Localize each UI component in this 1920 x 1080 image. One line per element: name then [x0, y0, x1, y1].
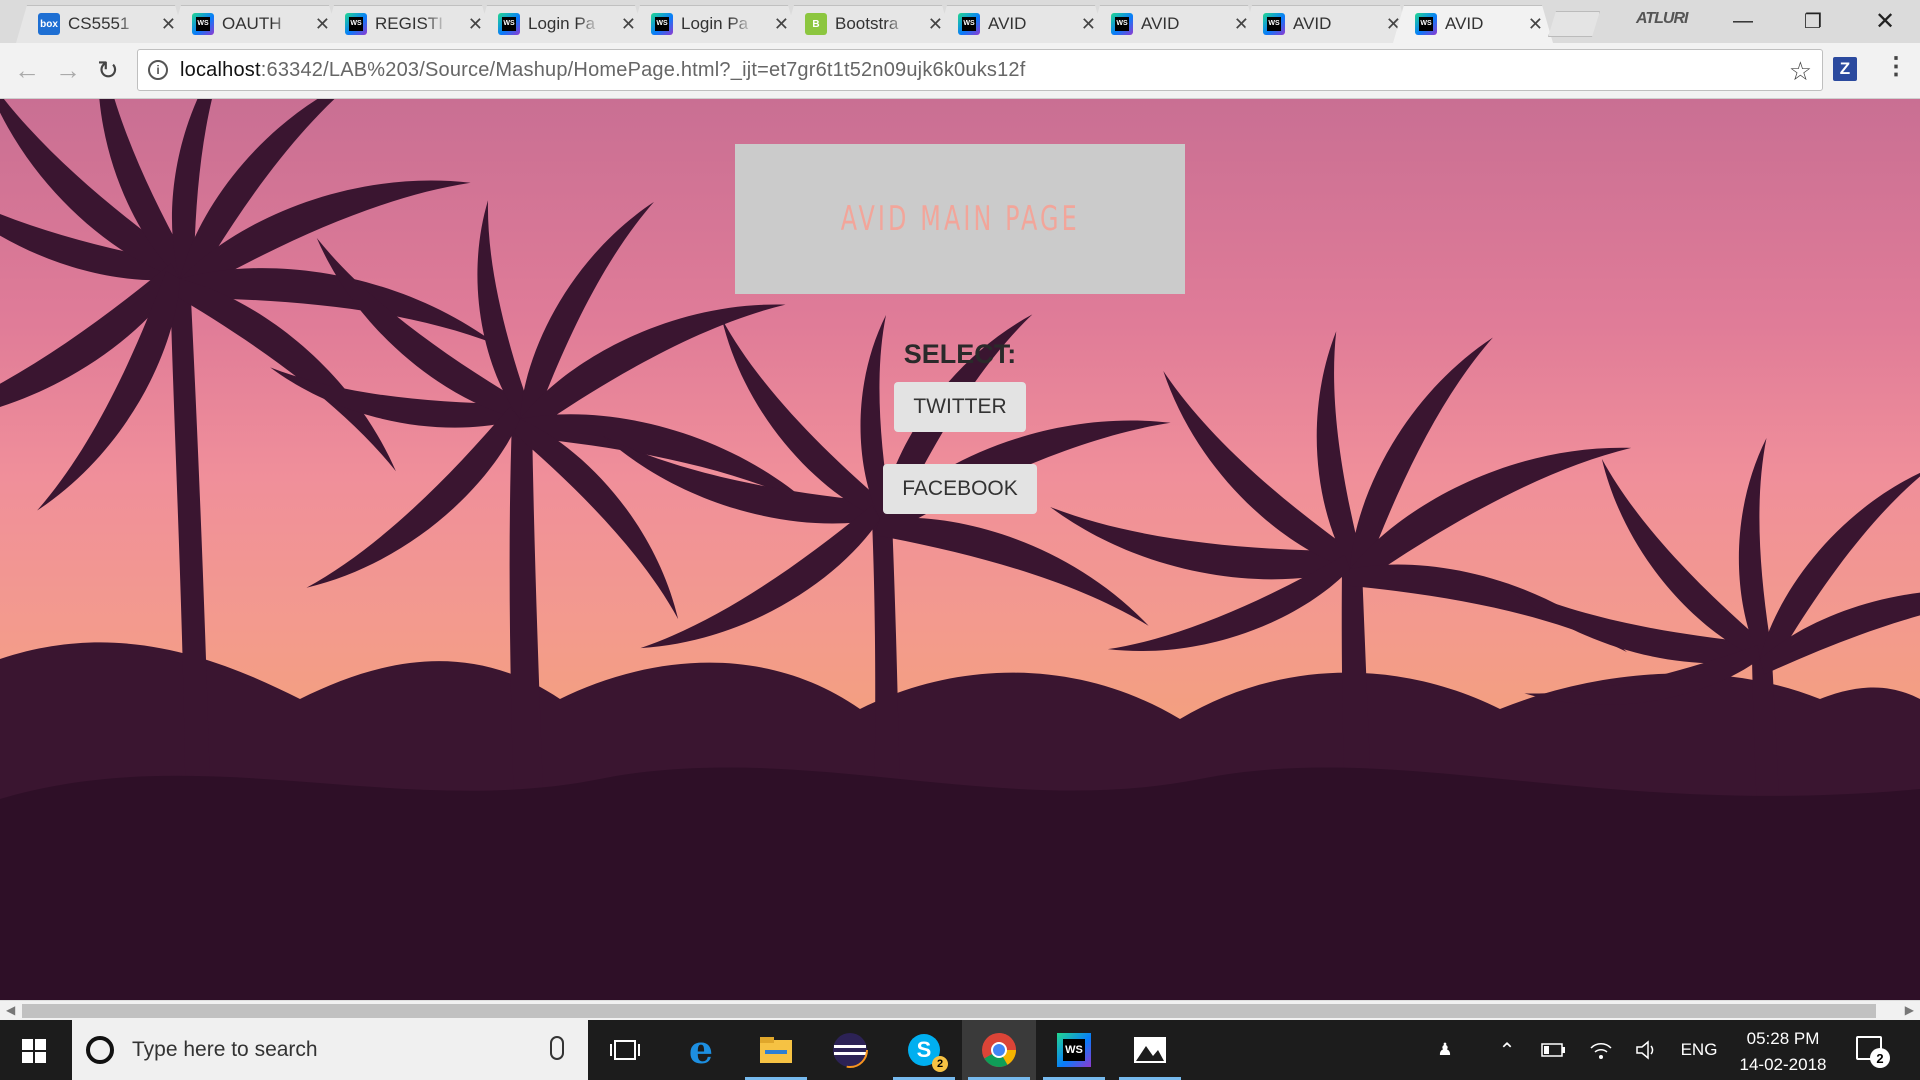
photos-icon[interactable]: [1113, 1020, 1187, 1080]
show-hidden-icons-icon[interactable]: ⌃: [1490, 1020, 1524, 1080]
scroll-left-icon[interactable]: ◀: [6, 1003, 15, 1017]
facebook-button[interactable]: FACEBOOK: [883, 464, 1037, 514]
tab-strip: boxCS5551✕OAUTH✕REGISTI✕Login Pa✕Login P…: [0, 0, 1920, 43]
windows-start-icon[interactable]: [22, 1039, 46, 1063]
bootstrap-icon: B: [805, 13, 827, 35]
tab[interactable]: B Bootstra ✕: [783, 5, 953, 43]
file-explorer-icon[interactable]: [739, 1020, 813, 1080]
extension-z-icon[interactable]: Z: [1833, 57, 1857, 81]
cortana-icon[interactable]: [86, 1036, 114, 1064]
minimize-icon[interactable]: —: [1708, 0, 1778, 42]
edge-icon[interactable]: e: [664, 1020, 738, 1080]
chrome-icon[interactable]: [962, 1020, 1036, 1080]
people-icon[interactable]: ♟: [1428, 1020, 1462, 1080]
tab[interactable]: AVID ✕: [1393, 5, 1553, 43]
webstorm-icon: [958, 13, 980, 35]
scrollbar-thumb[interactable]: [22, 1004, 1876, 1018]
taskbar: Type here to search e S 2 WS ♟ ⌃ ENG 05:…: [0, 1020, 1920, 1080]
new-tab-button[interactable]: [1548, 11, 1600, 37]
tab-title: Bootstra: [835, 14, 899, 33]
tab-title: REGISTI: [375, 14, 444, 33]
webstorm-icon: [1415, 13, 1437, 35]
wifi-icon[interactable]: [1584, 1020, 1618, 1080]
action-center-icon[interactable]: 2: [1856, 1036, 1890, 1068]
menu-icon[interactable]: ⋮: [1884, 55, 1908, 79]
notification-count: 2: [1870, 1048, 1890, 1068]
banner-title: AVID MAIN PAGE: [840, 199, 1080, 239]
page-viewport: AVID MAIN PAGE SELECT: TWITTER FACEBOOK: [0, 99, 1920, 1000]
battery-icon[interactable]: [1538, 1020, 1568, 1080]
tab-close-icon[interactable]: ✕: [1528, 15, 1543, 33]
tab[interactable]: box CS5551 ✕: [16, 5, 186, 43]
webstorm-icon: [651, 13, 673, 35]
twitter-button[interactable]: TWITTER: [894, 382, 1026, 432]
tab-title: AVID: [1141, 14, 1180, 33]
tab[interactable]: REGISTI✕: [323, 5, 493, 43]
reload-icon[interactable]: ↻: [97, 57, 119, 83]
tab-title: OAUTH: [222, 14, 282, 33]
clock[interactable]: 05:28 PM 14-02-2018: [1718, 1026, 1848, 1078]
tab-title: AVID: [1445, 14, 1484, 33]
box-icon: box: [38, 13, 60, 35]
eclipse-icon[interactable]: [813, 1020, 887, 1080]
taskbar-search[interactable]: Type here to search: [72, 1020, 588, 1080]
webstorm-icon: [345, 13, 367, 35]
volume-icon[interactable]: [1630, 1020, 1664, 1080]
clock-time: 05:28 PM: [1746, 1029, 1820, 1048]
language-indicator[interactable]: ENG: [1674, 1020, 1724, 1080]
tab-title: CS5551: [68, 14, 130, 33]
search-placeholder: Type here to search: [132, 1038, 318, 1061]
forward-icon[interactable]: →: [55, 57, 81, 83]
webstorm-icon: [1263, 13, 1285, 35]
skype-icon[interactable]: S 2: [887, 1020, 961, 1080]
webstorm-icon: [1111, 13, 1133, 35]
main-page-banner: AVID MAIN PAGE: [735, 144, 1185, 294]
tab-title: Login Pa: [528, 14, 596, 33]
profile-name[interactable]: ATLURI: [1636, 10, 1688, 28]
horizontal-scrollbar[interactable]: ◀ ▶: [0, 1000, 1920, 1020]
url-path: :63342/LAB%203/Source/Mashup/HomePage.ht…: [260, 58, 1026, 81]
tab[interactable]: Login Pa✕: [629, 5, 799, 43]
tab[interactable]: AVID✕: [1241, 5, 1411, 43]
scroll-right-icon[interactable]: ▶: [1905, 1003, 1914, 1017]
bookmark-star-icon[interactable]: ☆: [1789, 56, 1812, 87]
clock-date: 14-02-2018: [1739, 1055, 1827, 1074]
webstorm-icon: [192, 13, 214, 35]
url-host: localhost: [180, 58, 261, 81]
select-label: SELECT:: [903, 339, 1017, 369]
url-text[interactable]: localhost:63342/LAB%203/Source/Mashup/Ho…: [180, 59, 1026, 82]
webstorm-icon[interactable]: WS: [1037, 1020, 1111, 1080]
microphone-icon[interactable]: [550, 1036, 564, 1060]
browser-toolbar: ← → ↻ i localhost:63342/LAB%203/Source/M…: [0, 43, 1920, 99]
webstorm-icon: [498, 13, 520, 35]
skype-badge: 2: [932, 1056, 948, 1072]
restore-icon[interactable]: ❐: [1778, 0, 1848, 42]
tab-title: AVID: [988, 14, 1027, 33]
tab[interactable]: OAUTH✕: [170, 5, 340, 43]
task-view-icon[interactable]: [588, 1020, 662, 1080]
tab[interactable]: AVID✕: [1089, 5, 1259, 43]
tab-title: AVID: [1293, 14, 1332, 33]
tab[interactable]: Login Pa✕: [476, 5, 646, 43]
tab[interactable]: AVID✕: [936, 5, 1106, 43]
info-icon[interactable]: i: [148, 60, 168, 80]
tab-title: Login Pa: [681, 14, 749, 33]
close-window-icon[interactable]: ✕: [1850, 0, 1920, 42]
back-icon[interactable]: ←: [14, 57, 40, 83]
address-bar[interactable]: i localhost:63342/LAB%203/Source/Mashup/…: [137, 49, 1823, 91]
